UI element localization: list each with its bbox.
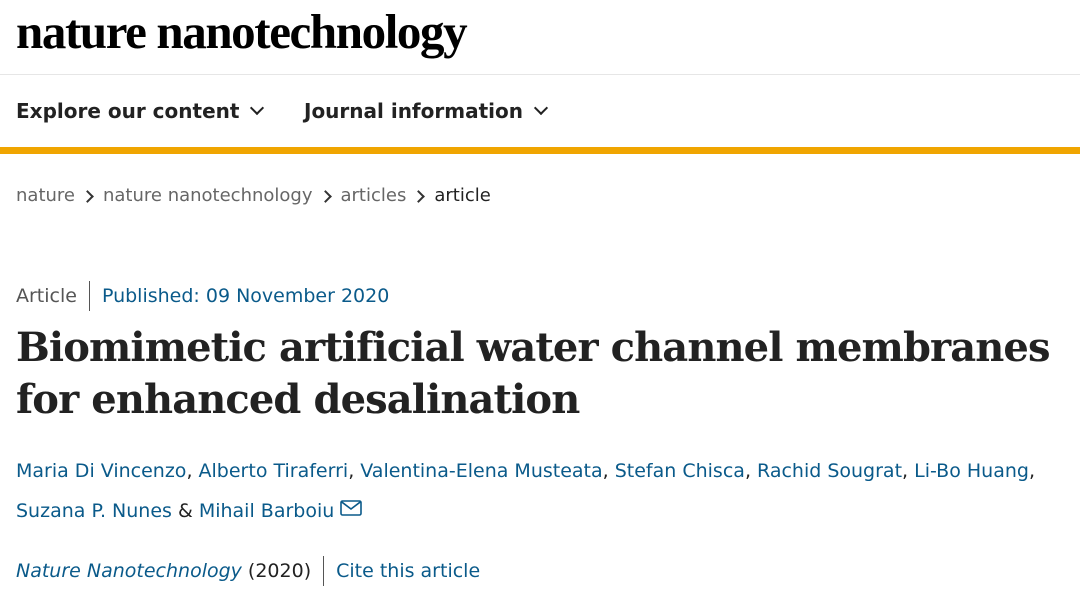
author-list: Maria Di Vincenzo, Alberto Tiraferri, Va… <box>16 460 1035 522</box>
nav-journal-information[interactable]: Journal information <box>304 96 549 126</box>
author-link[interactable]: Rachid Sougrat <box>757 460 902 482</box>
author-joiner: & <box>177 500 193 522</box>
article-title: Biomimetic artificial water channel memb… <box>16 324 1050 423</box>
author-link[interactable]: Valentina-Elena Musteata <box>360 460 602 482</box>
chevron-right-icon <box>318 189 332 203</box>
nav-explore-our-content[interactable]: Explore our content <box>16 96 265 126</box>
published-date: Published: 09 November 2020 <box>101 285 390 307</box>
citation-line: Nature Nanotechnology (2020) Cite this a… <box>16 556 480 586</box>
chevron-down-icon <box>533 100 549 116</box>
breadcrumb-item-articles[interactable]: articles <box>341 182 407 210</box>
nav-explore-label: Explore our content <box>16 99 240 123</box>
author-link[interactable]: Maria Di Vincenzo <box>16 460 186 482</box>
chevron-right-icon <box>412 189 426 203</box>
article-type: Article <box>16 285 77 307</box>
breadcrumb: nature nature nanotechnology articles ar… <box>16 182 491 210</box>
author-link[interactable]: Li-Bo Huang <box>914 460 1029 482</box>
nav-journal-info-label: Journal information <box>304 99 523 123</box>
chevron-right-icon <box>81 189 94 203</box>
author-link-corresponding[interactable]: Mihail Barboiu <box>199 500 334 522</box>
journal-name-link[interactable]: Nature Nanotechnology <box>16 556 242 586</box>
publication-year: (2020) <box>247 560 312 582</box>
breadcrumb-item-article: article <box>434 185 491 206</box>
site-header: nature nanotechnology <box>0 0 1080 75</box>
chevron-down-icon <box>250 100 265 116</box>
author-link[interactable]: Alberto Tiraferri <box>199 460 349 482</box>
citation-divider <box>323 556 325 586</box>
cite-this-article-link[interactable]: Cite this article <box>336 556 480 586</box>
breadcrumb-item-nature[interactable]: nature <box>16 182 75 210</box>
author-link[interactable]: Stefan Chisca <box>615 460 745 482</box>
article-meta: Article Published: 09 November 2020 <box>16 281 389 311</box>
author-link[interactable]: Suzana P. Nunes <box>16 500 172 522</box>
meta-divider <box>88 281 90 311</box>
journal-logo[interactable]: nature nanotechnology <box>16 4 468 60</box>
envelope-icon[interactable] <box>340 499 363 516</box>
main-nav: Explore our content Journal information <box>0 75 1080 154</box>
breadcrumb-item-nature-nanotechnology[interactable]: nature nanotechnology <box>103 182 313 210</box>
